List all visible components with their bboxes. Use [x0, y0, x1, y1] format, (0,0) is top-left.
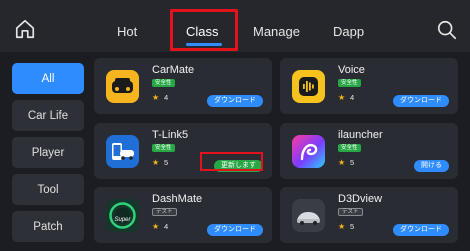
- carmate-icon: [106, 70, 139, 103]
- safety-badge: 安全性: [338, 79, 361, 87]
- home-icon[interactable]: [14, 18, 36, 40]
- rating-value: 5: [350, 222, 355, 231]
- safety-badge: 安全性: [152, 144, 175, 152]
- sidebar-item-player[interactable]: Player: [12, 137, 84, 168]
- search-icon[interactable]: [436, 19, 458, 41]
- ilauncher-icon: [292, 135, 325, 168]
- sidebar-item-car-life[interactable]: Car Life: [12, 100, 84, 131]
- app-card-ilauncher[interactable]: ilauncher 安全性 ★ 5 開ける: [280, 123, 458, 179]
- test-badge: テスト: [338, 208, 363, 216]
- open-button[interactable]: 開ける: [414, 160, 449, 172]
- sidebar-item-all[interactable]: All: [12, 63, 84, 94]
- sidebar-item-patch[interactable]: Patch: [12, 211, 84, 242]
- download-button[interactable]: ダウンロード: [393, 95, 449, 107]
- d3dview-icon: [292, 199, 325, 232]
- tab-hot[interactable]: Hot: [117, 24, 137, 39]
- safety-badge: 安全性: [338, 144, 361, 152]
- star-icon: ★: [338, 158, 346, 167]
- download-button[interactable]: ダウンロード: [207, 95, 263, 107]
- star-icon: ★: [338, 93, 346, 102]
- tab-manage[interactable]: Manage: [253, 24, 300, 39]
- app-card-d3dview[interactable]: D3Dview テスト ★ 5 ダウンロード: [280, 187, 458, 243]
- dashmate-icon-text: Super: [114, 217, 131, 223]
- sidebar-item-tool[interactable]: Tool: [12, 174, 84, 205]
- star-icon: ★: [152, 93, 160, 102]
- test-badge: テスト: [152, 208, 177, 216]
- app-name: ilauncher: [338, 129, 383, 141]
- app-name: D3Dview: [338, 193, 383, 205]
- rating-value: 4: [164, 93, 169, 102]
- safety-badge: 安全性: [152, 79, 175, 87]
- class-tab-highlight: [170, 9, 238, 51]
- app-name: DashMate: [152, 193, 203, 205]
- tlink5-icon: [106, 135, 139, 168]
- voice-icon: [292, 70, 325, 103]
- rating-value: 5: [350, 158, 355, 167]
- app-name: T-Link5: [152, 129, 189, 141]
- app-name: Voice: [338, 64, 365, 76]
- star-icon: ★: [338, 222, 346, 231]
- download-button[interactable]: ダウンロード: [393, 224, 449, 236]
- rating-value: 5: [164, 158, 169, 167]
- update-button-highlight: [200, 152, 263, 171]
- star-icon: ★: [152, 222, 160, 231]
- rating-value: 4: [350, 93, 355, 102]
- rating-value: 4: [164, 222, 169, 231]
- download-button[interactable]: ダウンロード: [207, 224, 263, 236]
- top-bar: Hot Class Manage Dapp: [0, 0, 470, 52]
- tab-dapp[interactable]: Dapp: [333, 24, 364, 39]
- app-card-carmate[interactable]: CarMate 安全性 ★ 4 ダウンロード: [94, 58, 272, 114]
- app-name: CarMate: [152, 64, 195, 76]
- star-icon: ★: [152, 158, 160, 167]
- app-card-dashmate[interactable]: Super DashMate テスト ★ 4 ダウンロード: [94, 187, 272, 243]
- dashmate-icon: Super: [106, 199, 139, 232]
- app-card-voice[interactable]: Voice 安全性 ★ 4 ダウンロード: [280, 58, 458, 114]
